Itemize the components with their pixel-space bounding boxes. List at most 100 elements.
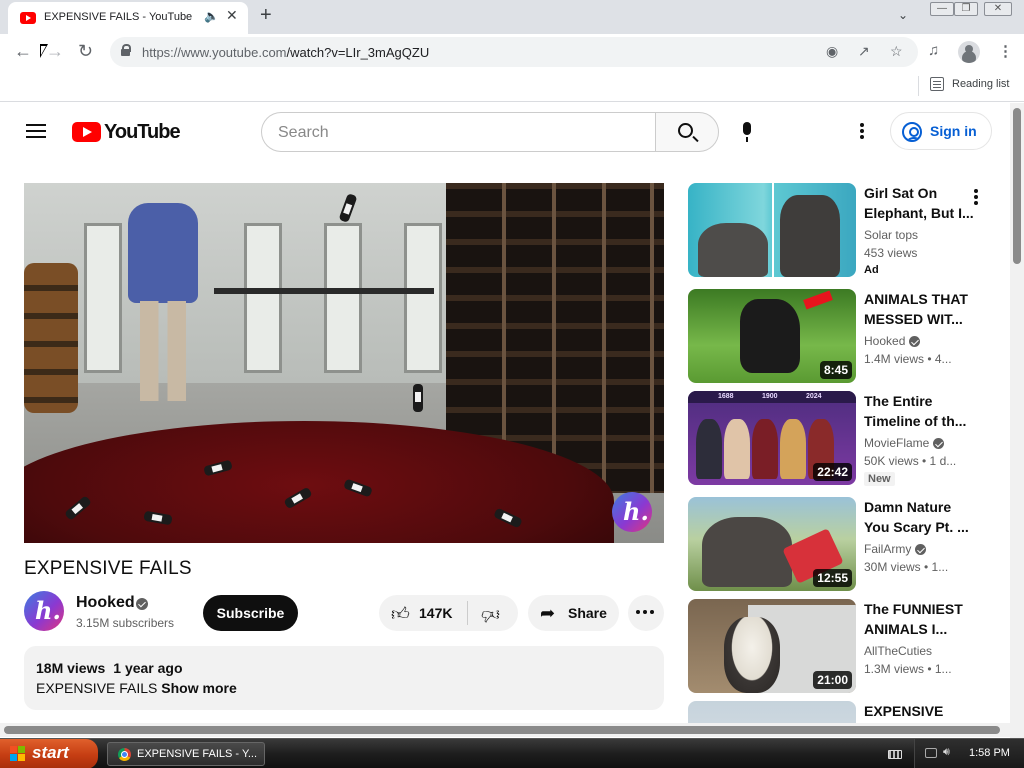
youtube-wordmark: YouTube [104, 121, 181, 143]
video-duration: 22:42 [813, 463, 852, 481]
vertical-scrollbar[interactable] [1010, 103, 1024, 739]
sign-in-button[interactable]: Sign in [890, 112, 992, 150]
lock-icon[interactable] [120, 44, 131, 56]
chrome-icon [118, 748, 131, 761]
chrome-menu-icon[interactable]: ⋮ [998, 42, 1013, 60]
video-duration: 8:45 [819, 361, 852, 379]
related-meta: 1.4M views • 4... [864, 352, 952, 366]
speaker-icon[interactable]: 🔈 [204, 9, 219, 23]
forward-arrow-icon[interactable]: → [46, 41, 64, 62]
keyboard-icon[interactable] [888, 750, 902, 759]
media-control-icon[interactable]: ♫ [928, 42, 939, 59]
thumbs-up-icon[interactable]: 👍︎ [391, 603, 410, 625]
subscriber-count: 3.15M subscribers [76, 616, 175, 630]
tab-search-chevron-icon[interactable]: ⌄ [898, 8, 908, 22]
more-actions-button[interactable] [628, 595, 664, 631]
bookmark-star-icon[interactable]: ☆ [890, 43, 903, 60]
mouse-cursor-icon [40, 44, 48, 58]
related-thumbnail[interactable]: 8:45 [688, 289, 856, 383]
related-channel: Hooked [864, 334, 921, 348]
scrollbar-thumb[interactable] [4, 726, 1000, 734]
search-button[interactable] [655, 112, 719, 152]
profile-avatar-icon[interactable] [958, 41, 980, 63]
minimize-window-icon[interactable]: — [930, 2, 954, 16]
taskbar-window-label: EXPENSIVE FAILS - Y... [137, 748, 258, 760]
url-text[interactable]: https://www.youtube.com/watch?v=LIr_3mAg… [142, 45, 429, 60]
related-channel: FailArmy [864, 542, 927, 556]
related-title[interactable]: ANIMALS THAT MESSED WIT... [864, 289, 974, 329]
menu-hamburger-icon[interactable] [26, 124, 46, 138]
video-player[interactable]: h. [24, 183, 664, 543]
browser-toolbar: ← → ↻ https://www.youtube.com/watch?v=LI… [0, 34, 1024, 70]
description-text: EXPENSIVE FAILS Show more [36, 680, 237, 696]
close-window-icon[interactable]: ✕ [984, 2, 1012, 16]
account-circle-icon [902, 122, 922, 142]
search-input[interactable]: Search [261, 112, 656, 152]
related-more-icon[interactable] [974, 189, 978, 205]
related-channel: MovieFlame [864, 436, 945, 450]
sign-in-label: Sign in [930, 123, 977, 139]
related-title[interactable]: Damn Nature You Scary Pt. ... [864, 497, 974, 537]
channel-avatar[interactable]: h. [24, 591, 64, 631]
thumbs-down-icon[interactable]: 👍︎ [481, 604, 500, 626]
share-page-icon[interactable]: ↗ [858, 43, 870, 60]
taskbar-chrome-window[interactable]: EXPENSIVE FAILS - Y... [107, 742, 265, 766]
video-frame-bottle [413, 384, 423, 412]
ad-badge: Ad [864, 264, 879, 276]
related-thumbnail[interactable]: 12:55 [688, 497, 856, 591]
scrollbar-thumb[interactable] [1013, 108, 1021, 264]
description-box[interactable]: 18M views 1 year ago EXPENSIVE FAILS Show… [24, 646, 664, 710]
clock[interactable]: 1:58 PM [969, 747, 1010, 759]
related-video-item[interactable]: 8:45 ANIMALS THAT MESSED WIT... Hooked 1… [688, 289, 998, 385]
related-thumbnail[interactable] [688, 183, 856, 277]
settings-more-icon[interactable] [860, 123, 864, 139]
youtube-favicon-icon [20, 12, 36, 24]
tab-close-icon[interactable]: ✕ [226, 7, 238, 24]
subscribe-button[interactable]: Subscribe [203, 595, 298, 631]
verified-check-icon [909, 336, 921, 348]
show-more-link[interactable]: Show more [161, 680, 236, 696]
channel-name[interactable]: Hooked [76, 594, 135, 612]
network-icon[interactable] [925, 748, 937, 758]
browser-tab[interactable]: EXPENSIVE FAILS - YouTube 🔈 ✕ [8, 2, 248, 34]
more-horizontal-icon [636, 610, 656, 615]
microphone-icon[interactable] [740, 122, 754, 144]
video-duration: 12:55 [813, 569, 852, 587]
restore-window-icon[interactable]: ❐ [954, 2, 978, 16]
reload-icon[interactable]: ↻ [78, 41, 93, 62]
new-tab-icon[interactable]: + [260, 4, 272, 27]
system-tray: 🔊︎ 1:58 PM [914, 739, 1024, 768]
related-thumbnail[interactable]: 21:00 [688, 599, 856, 693]
video-duration: 21:00 [813, 671, 852, 689]
reading-list-icon[interactable] [930, 77, 944, 91]
share-button[interactable]: ➦ Share [528, 595, 619, 631]
bookmarks-separator [918, 76, 919, 96]
video-title: EXPENSIVE FAILS [24, 558, 192, 579]
like-divider [467, 601, 468, 625]
back-arrow-icon[interactable]: ← [14, 41, 32, 62]
related-video-item[interactable]: Girl Sat On Elephant, But I... Solar top… [688, 183, 998, 279]
reading-list-label[interactable]: Reading list [952, 78, 1009, 90]
related-title[interactable]: The Entire Timeline of th... [864, 391, 974, 431]
related-video-item[interactable]: 12:55 Damn Nature You Scary Pt. ... Fail… [688, 497, 998, 593]
verified-check-icon [136, 598, 148, 610]
related-thumbnail[interactable]: 1688 1900 2024 22:42 [688, 391, 856, 485]
related-video-item[interactable]: EXPENSIVE [688, 701, 998, 723]
upload-age: 1 year ago [113, 660, 183, 676]
browser-tab-strip: EXPENSIVE FAILS - YouTube 🔈 ✕ + ⌄ — ❐ ✕ [0, 0, 1024, 34]
start-button[interactable]: start [0, 739, 98, 768]
like-count[interactable]: 147K [419, 605, 452, 621]
eye-slash-icon[interactable]: ◉ [826, 43, 838, 60]
channel-watermark-logo[interactable]: h. [612, 492, 652, 532]
horizontal-scrollbar[interactable] [0, 723, 1010, 737]
related-title[interactable]: EXPENSIVE [864, 701, 974, 721]
volume-icon[interactable]: 🔊︎ [943, 746, 955, 758]
description-snippet: EXPENSIVE FAILS [36, 680, 158, 696]
related-thumbnail[interactable] [688, 701, 856, 723]
related-title[interactable]: The FUNNIEST ANIMALS I... [864, 599, 974, 639]
youtube-play-icon [72, 122, 101, 142]
address-bar[interactable]: https://www.youtube.com/watch?v=LIr_3mAg… [110, 37, 918, 67]
related-video-item[interactable]: 21:00 The FUNNIEST ANIMALS I... AllTheCu… [688, 599, 998, 695]
related-video-item[interactable]: 1688 1900 2024 22:42 The Entire Timeline… [688, 391, 998, 487]
related-title[interactable]: Girl Sat On Elephant, But I... [864, 183, 974, 223]
